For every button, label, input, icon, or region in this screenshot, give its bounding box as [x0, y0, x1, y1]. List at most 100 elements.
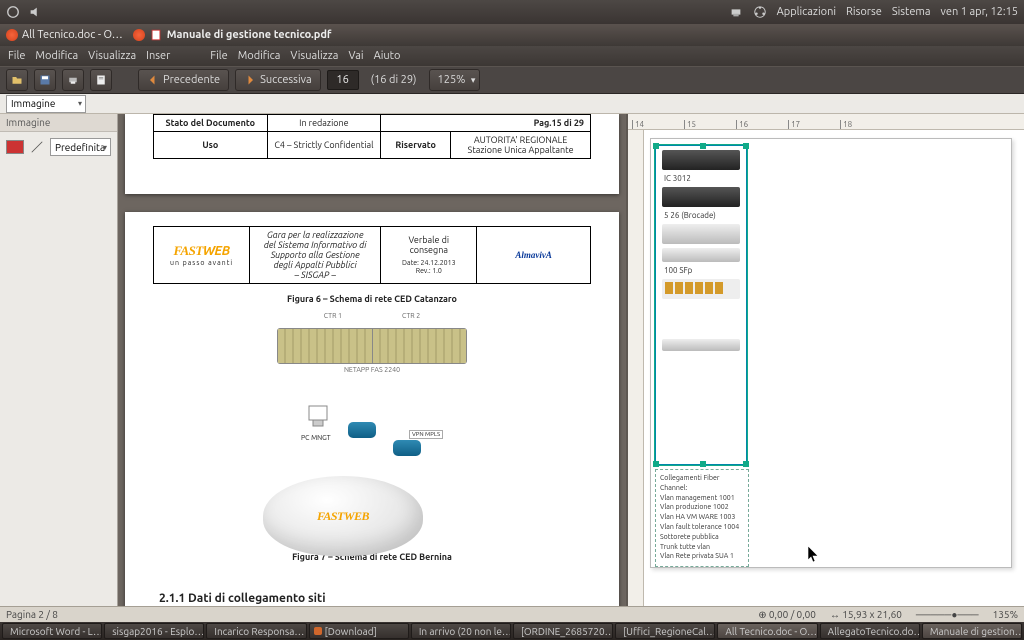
device-icon — [662, 224, 740, 244]
open-button[interactable] — [6, 69, 28, 91]
style-combo[interactable]: Predefinita — [50, 138, 111, 156]
diagram-label: CTR 2 — [402, 312, 420, 320]
menu-file-pdf[interactable]: File — [210, 50, 227, 62]
header-text: Date: 24.12.2013 — [387, 259, 470, 267]
image-combo[interactable]: Immagine — [6, 95, 86, 113]
panel-system[interactable]: Sistema — [892, 6, 931, 18]
taskbar: Microsoft Word - L… sisgap2016 - Esplo… … — [0, 622, 1024, 640]
cloud-icon: FASTWEB — [263, 476, 423, 556]
menu-view-bg[interactable]: Visualizza — [88, 50, 136, 62]
ruler-tick: 16 — [736, 120, 748, 129]
resize-handle[interactable] — [653, 143, 659, 149]
close-icon[interactable] — [133, 29, 145, 41]
header-text: degli Appalti Pubblici — [256, 260, 374, 270]
selected-image-frame[interactable]: IC 3012 5 26 (Brocade) 100 SFp — [655, 145, 747, 465]
header-text: – SISGAP – — [256, 270, 374, 280]
cell-value: C4 – Strictly Confidential — [267, 132, 381, 159]
ruler-tick: 18 — [840, 120, 852, 129]
resize-handle[interactable] — [653, 461, 659, 467]
task-label: Microsoft Word - L… — [10, 626, 102, 637]
section-heading: 2.1.1 Dati di collegamento siti — [159, 592, 591, 605]
taskbar-item[interactable]: In arrivo (20 non le… — [411, 623, 511, 639]
lo-document-area[interactable]: 14 15 16 17 18 IC 3012 5 26 (Brocade) — [628, 114, 1024, 622]
task-label: [Uffici_RegioneCal… — [623, 626, 715, 637]
taskbar-item[interactable]: Incarico Responsa… — [206, 623, 306, 639]
lo-page[interactable]: IC 3012 5 26 (Brocade) 100 SFp Collegame… — [650, 138, 1012, 568]
cell-value: Riservato — [395, 140, 436, 150]
network-icon[interactable] — [6, 5, 20, 19]
almaviva-logo: AlmavivA — [515, 250, 552, 260]
taskbar-item[interactable]: Manuale di gestion… — [922, 623, 1022, 639]
device-icon — [662, 150, 740, 170]
top-panel: Applicazioni Risorse Sistema ven 1 apr, … — [0, 0, 1024, 24]
resize-handle[interactable] — [743, 461, 749, 467]
taskbar-item[interactable]: [ORDINE_2685720… — [513, 623, 613, 639]
panel-applications[interactable]: Applicazioni — [777, 6, 836, 18]
menu-go-pdf[interactable]: Vai — [348, 50, 363, 62]
taskbar-item[interactable]: AllegatoTecnico.do… — [820, 623, 920, 639]
zoom-slider[interactable]: ─────●─── — [916, 609, 979, 621]
cell-label: Stato del Documento — [166, 118, 256, 128]
properties-button[interactable] — [90, 69, 112, 91]
task-label: sisgap2016 - Esplo… — [112, 626, 204, 637]
legend-box: Collegamenti Fiber Channel: Vlan managem… — [655, 469, 749, 567]
panel-resources[interactable]: Risorse — [846, 6, 882, 18]
legend-item: Vlan HA VM WARE 1003 — [660, 513, 744, 523]
horizontal-ruler: 14 15 16 17 18 — [628, 114, 1024, 130]
close-icon[interactable] — [6, 29, 18, 41]
fastweb-logo: FASTWEB — [160, 243, 243, 259]
arrow-left-icon — [147, 74, 159, 86]
resize-handle[interactable] — [700, 461, 706, 467]
tab-label: All Tecnico.doc - O… — [22, 29, 123, 41]
page-number-input[interactable] — [327, 70, 359, 90]
print-button[interactable] — [62, 69, 84, 91]
ruler-tick: 17 — [788, 120, 800, 129]
taskbar-item[interactable]: [Uffici_RegioneCal… — [615, 623, 715, 639]
window-tab-1[interactable]: All Tecnico.doc - O… — [6, 29, 123, 41]
pdf-scroll[interactable]: Stato del Documento In redazione Pag.15 … — [118, 114, 626, 622]
status-coords: ⊕ 0,00 / 0,00 — [758, 609, 816, 621]
diagram-label: PC MNGT — [301, 434, 331, 442]
task-label: Manuale di gestion… — [930, 626, 1022, 637]
resize-handle[interactable] — [700, 143, 706, 149]
menu-view-pdf[interactable]: Visualizza — [290, 50, 338, 62]
legend-item: Vlan management 1001 — [660, 494, 744, 504]
menu-insert-bg[interactable]: Inser — [146, 50, 170, 62]
menu-edit-pdf[interactable]: Modifica — [238, 50, 281, 62]
prev-page-button[interactable]: Precedente — [138, 69, 229, 91]
resize-handle[interactable] — [743, 143, 749, 149]
menu-file-bg[interactable]: File — [8, 50, 25, 62]
menubar: File Modifica Visualizza Inser File Modi… — [0, 46, 1024, 66]
status-zoom: 135% — [993, 609, 1018, 621]
zoom-select[interactable]: 125% — [429, 69, 481, 91]
panel-clock[interactable]: ven 1 apr, 12:15 — [941, 6, 1018, 18]
network-diagram: CTR 1 CTR 2 NETAPP FAS 2240 PC MNGT VPN … — [153, 312, 591, 512]
taskbar-item[interactable]: All Tecnico.doc - O… — [717, 623, 817, 639]
volume-icon[interactable] — [28, 5, 42, 19]
workspace: Immagine Predefinita Stato del Documento… — [0, 114, 1024, 622]
taskbar-item[interactable]: Microsoft Word - L… — [2, 623, 102, 639]
figure-caption: Figura 6 – Schema di rete CED Catanzaro — [153, 294, 591, 304]
pdf-page-15: Stato del Documento In redazione Pag.15 … — [125, 114, 619, 194]
save-button[interactable] — [34, 69, 56, 91]
printer-icon[interactable] — [729, 5, 743, 19]
window-tab-2[interactable]: Manuale di gestione tecnico.pdf — [133, 28, 332, 42]
legend-item: Vlan fault tolerance 1004 — [660, 523, 744, 533]
device-caption: 5 26 (Brocade) — [656, 211, 746, 220]
page-indicator: Pag.15 di 29 — [534, 118, 584, 128]
color-swatch[interactable] — [6, 140, 24, 154]
taskbar-item[interactable]: sisgap2016 - Esplo… — [104, 623, 204, 639]
taskbar-item[interactable]: [Download] — [309, 623, 409, 639]
router-icon — [393, 440, 421, 456]
menu-help-pdf[interactable]: Aiuto — [374, 50, 401, 62]
header-text: Rev.: 1.0 — [387, 267, 470, 275]
ubuntu-icon[interactable] — [753, 5, 767, 19]
menu-edit-bg[interactable]: Modifica — [35, 50, 78, 62]
main-toolbar: Precedente Successiva (16 di 29) 125% — [0, 66, 1024, 94]
line-icon[interactable] — [30, 140, 44, 154]
next-page-button[interactable]: Successiva — [235, 69, 321, 91]
task-label: Incarico Responsa… — [214, 626, 304, 637]
ruler-tick: 14 — [632, 120, 644, 129]
logo-tagline: un passo avanti — [160, 259, 243, 267]
legend-item: Vlan Rete privata SUA 1 — [660, 552, 744, 562]
